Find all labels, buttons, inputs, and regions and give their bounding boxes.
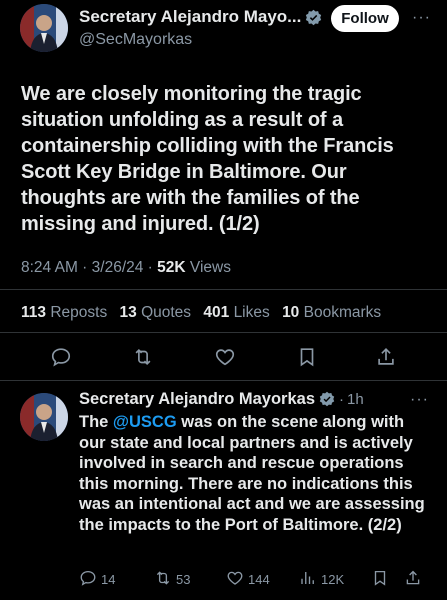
reply-likes-count: 144 [248, 572, 270, 587]
follow-button[interactable]: Follow [331, 5, 399, 32]
verified-icon [319, 391, 336, 408]
like-icon [226, 569, 248, 590]
tweet-date[interactable]: 3/26/24 [92, 259, 144, 276]
more-options-icon[interactable]: ··· [412, 9, 431, 27]
reply-reply-button[interactable]: 14 [79, 569, 115, 590]
like-icon[interactable] [214, 346, 236, 368]
tweet-text: We are closely monitoring the tragic sit… [21, 83, 394, 235]
divider [0, 380, 447, 381]
author-name[interactable]: Secretary Alejandro Mayo... [79, 7, 301, 27]
reply-author-row: Secretary Alejandro Mayorkas · 1h [79, 390, 364, 409]
likes-stat[interactable]: 401 Likes [203, 304, 269, 321]
bookmark-icon [371, 569, 393, 590]
reply-share-button[interactable] [404, 569, 426, 590]
reply-time[interactable]: 1h [347, 391, 364, 408]
reposts-stat[interactable]: 113 Reposts [21, 304, 107, 321]
repost-icon [154, 569, 176, 590]
reply-avatar[interactable] [20, 393, 68, 441]
reply-like-button[interactable]: 144 [226, 569, 270, 590]
verified-icon [305, 9, 322, 26]
author-handle[interactable]: @SecMayorkas [79, 31, 192, 49]
reply-icon[interactable] [50, 346, 72, 368]
reply-time-separator: · [339, 391, 345, 408]
repost-icon[interactable] [132, 346, 154, 368]
divider [0, 289, 447, 290]
reply-replies-count: 14 [101, 572, 116, 587]
reply-views-count: 12K [321, 572, 345, 587]
divider [0, 332, 447, 333]
views-count: 52K [157, 259, 186, 276]
bookmark-icon[interactable] [296, 346, 318, 368]
author-row: Secretary Alejandro Mayo... [79, 7, 322, 27]
mention-link[interactable]: @USCG [113, 413, 177, 431]
reply-reposts-count: 53 [176, 572, 191, 587]
reply-views-button[interactable]: 12K [299, 569, 344, 590]
views-icon [299, 569, 321, 590]
quotes-stat[interactable]: 13 Quotes [120, 304, 192, 321]
reply-icon [79, 569, 101, 590]
share-icon [404, 569, 426, 590]
tweet-time[interactable]: 8:24 AM [21, 259, 78, 276]
reply-repost-button[interactable]: 53 [154, 569, 190, 590]
engagement-stats: 113 Reposts 13 Quotes 401 Likes 10 Bookm… [21, 304, 389, 322]
reply-more-options-icon[interactable]: ··· [410, 391, 429, 409]
reply-bookmark-button[interactable] [371, 569, 393, 590]
tweet-meta: 8:24 AM · 3/26/24 · 52K Views [21, 259, 231, 276]
share-icon[interactable] [375, 346, 397, 368]
avatar[interactable] [20, 4, 68, 52]
reply-author-name[interactable]: Secretary Alejandro Mayorkas [79, 390, 315, 409]
bookmarks-stat[interactable]: 10 Bookmarks [282, 304, 381, 321]
reply-text: The @USCG was on the scene along with ou… [79, 413, 425, 534]
views-label: Views [189, 259, 231, 276]
